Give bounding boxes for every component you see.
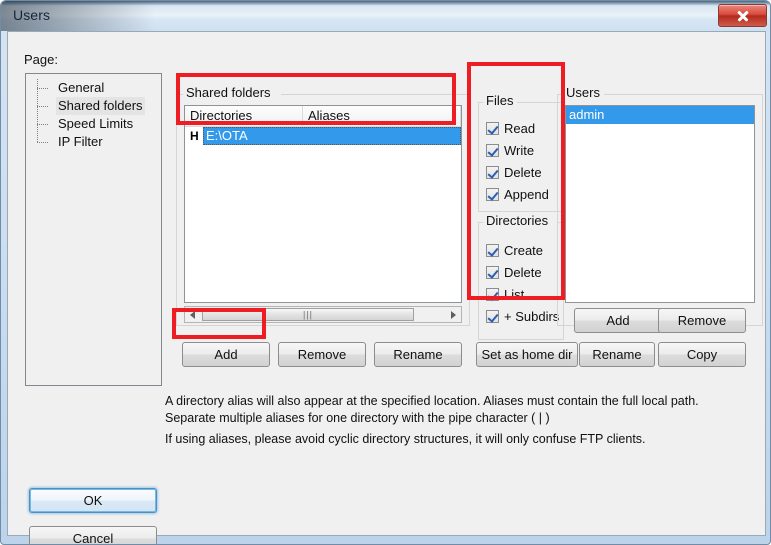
list-item[interactable]: admin bbox=[566, 106, 754, 124]
shared-folders-legend: Shared folders bbox=[183, 85, 274, 100]
tree-branch-icon bbox=[35, 133, 53, 151]
checkbox-label: List bbox=[504, 287, 525, 302]
checkbox-dir-subdirs[interactable]: + Subdirs bbox=[486, 308, 559, 326]
add-shared-folder-button[interactable]: Add bbox=[182, 342, 270, 367]
checkbox-dir-delete[interactable]: Delete bbox=[486, 264, 542, 282]
scrollbar-thumb[interactable]: ||| bbox=[202, 308, 414, 321]
checkbox-file-read[interactable]: Read bbox=[486, 120, 535, 138]
scrollbar-grip-icon: ||| bbox=[302, 309, 314, 319]
checkbox-icon bbox=[486, 266, 499, 279]
checkbox-label: Delete bbox=[504, 265, 542, 280]
title-bar: Users bbox=[1, 1, 770, 31]
scroll-right-arrow-icon[interactable] bbox=[445, 307, 461, 322]
table-row[interactable]: H E:\OTA bbox=[185, 127, 461, 145]
checkbox-dir-list[interactable]: List bbox=[486, 286, 524, 304]
remove-shared-folder-button[interactable]: Remove bbox=[278, 342, 366, 367]
checkbox-icon bbox=[486, 144, 499, 157]
tree-branch-icon bbox=[35, 79, 53, 97]
help-text-line-1: A directory alias will also appear at th… bbox=[165, 394, 699, 408]
cancel-button[interactable]: Cancel bbox=[29, 526, 157, 544]
checkbox-file-append[interactable]: Append bbox=[486, 186, 549, 204]
sidebar-item-speed-limits[interactable]: Speed Limits bbox=[26, 115, 161, 133]
tree-branch-icon bbox=[35, 97, 53, 115]
add-user-button[interactable]: Add bbox=[574, 308, 662, 333]
page-tree[interactable]: General Shared folders Speed Limits IP F… bbox=[25, 73, 162, 386]
directory-path-cell[interactable]: E:\OTA bbox=[203, 127, 461, 145]
column-header-aliases[interactable]: Aliases bbox=[303, 106, 461, 126]
close-icon[interactable] bbox=[718, 4, 767, 27]
checkbox-icon bbox=[486, 244, 499, 257]
dialog-client-area: Page: General Shared folders Speed Limit… bbox=[7, 31, 766, 544]
sidebar-item-shared-folders[interactable]: Shared folders bbox=[26, 97, 161, 115]
scroll-left-arrow-icon[interactable] bbox=[185, 307, 201, 322]
users-dialog-window: Users Page: General Shared folders Speed… bbox=[0, 0, 771, 545]
remove-user-button[interactable]: Remove bbox=[658, 308, 746, 333]
files-legend: Files bbox=[483, 93, 517, 108]
checkbox-icon bbox=[486, 122, 499, 135]
checkbox-icon bbox=[486, 310, 499, 323]
column-header-directories[interactable]: Directories bbox=[185, 106, 303, 126]
help-text-line-3: If using aliases, please avoid cyclic di… bbox=[165, 432, 646, 446]
window-title: Users bbox=[13, 7, 51, 23]
home-dir-flag: H bbox=[190, 129, 199, 143]
directories-horizontal-scrollbar[interactable]: ||| bbox=[184, 306, 462, 323]
checkbox-icon bbox=[486, 166, 499, 179]
checkbox-label: Create bbox=[504, 243, 544, 258]
rename-shared-folder-button[interactable]: Rename bbox=[374, 342, 462, 367]
sidebar-item-label: Speed Limits bbox=[58, 116, 134, 131]
page-label: Page: bbox=[24, 52, 58, 67]
sidebar-item-label: General bbox=[58, 80, 105, 95]
checkbox-file-write[interactable]: Write bbox=[486, 142, 534, 160]
checkbox-label: Write bbox=[504, 143, 535, 158]
rename-user-button[interactable]: Rename bbox=[579, 342, 655, 367]
directories-list[interactable]: Directories Aliases H E:\OTA bbox=[184, 105, 462, 303]
tree-branch-icon bbox=[35, 115, 53, 133]
checkbox-file-delete[interactable]: Delete bbox=[486, 164, 542, 182]
checkbox-icon bbox=[486, 288, 499, 301]
directories-list-header: Directories Aliases bbox=[185, 106, 461, 127]
checkbox-label: Append bbox=[504, 187, 549, 202]
checkbox-label: Delete bbox=[504, 165, 542, 180]
copy-user-button[interactable]: Copy bbox=[658, 342, 746, 367]
checkbox-dir-create[interactable]: Create bbox=[486, 242, 543, 260]
ok-button[interactable]: OK bbox=[29, 488, 157, 513]
directories-legend: Directories bbox=[483, 213, 552, 228]
sidebar-item-general[interactable]: General bbox=[26, 79, 161, 97]
sidebar-item-ip-filter[interactable]: IP Filter bbox=[26, 133, 161, 151]
checkbox-label: + Subdirs bbox=[504, 309, 560, 324]
sidebar-item-label: IP Filter bbox=[58, 134, 103, 149]
users-legend: Users bbox=[563, 85, 603, 100]
sidebar-item-label: Shared folders bbox=[56, 97, 145, 115]
users-list[interactable]: admin bbox=[565, 105, 755, 303]
checkbox-label: Read bbox=[504, 121, 536, 136]
help-text-line-2: Separate multiple aliases for one direct… bbox=[165, 411, 550, 425]
set-as-home-dir-button[interactable]: Set as home dir bbox=[476, 342, 578, 367]
checkbox-icon bbox=[486, 188, 499, 201]
